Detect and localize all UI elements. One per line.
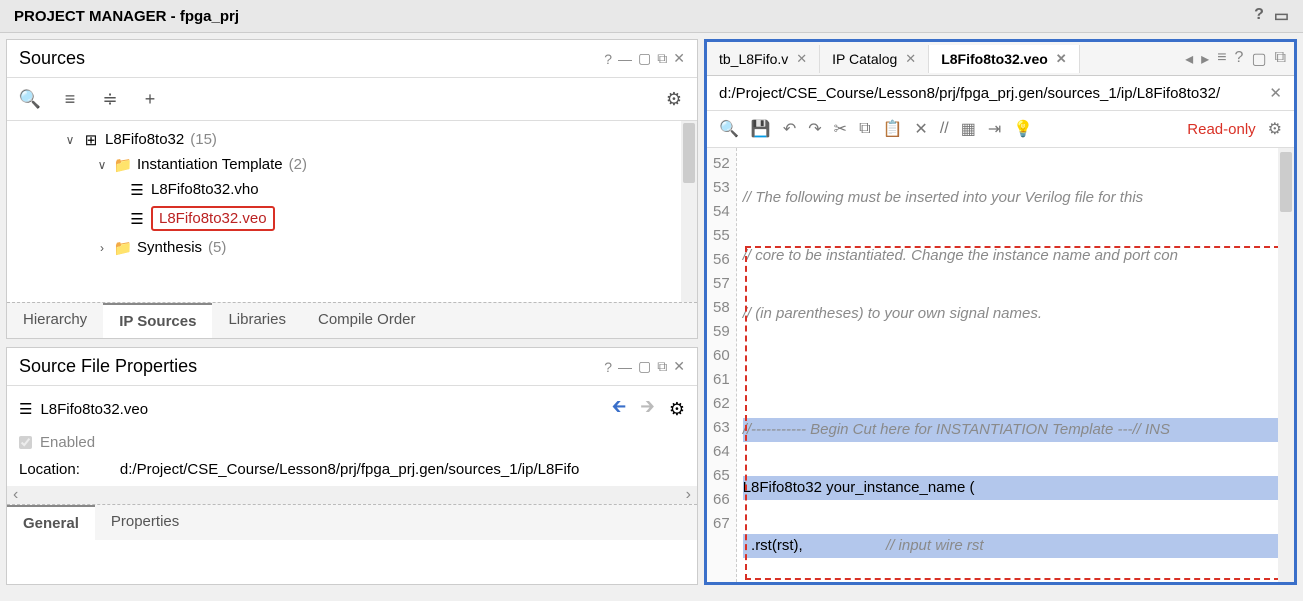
help-icon[interactable]: ? [604,359,612,375]
gear-icon[interactable]: ⚙ [663,88,685,110]
delete-icon[interactable]: ✕ [914,119,927,139]
maximize-icon[interactable]: ⧉ [657,358,667,375]
gear-icon[interactable]: ⚙ [1268,119,1282,139]
add-icon[interactable]: + [139,88,161,110]
redo-icon[interactable]: ↷ [808,119,821,139]
tree-file-vho[interactable]: ☰ L8Fifo8to32.vho [11,177,693,202]
cut-icon[interactable]: ✂ [834,119,847,139]
editor-tabbar: tb_L8Fifo.v ✕ IP Catalog ✕ L8Fifo8to32.v… [707,42,1294,76]
caret-down-icon[interactable]: ∨ [95,158,109,172]
search-icon[interactable]: 🔍 [19,88,41,110]
file-icon: ☰ [129,182,145,198]
close-icon[interactable]: ✕ [673,358,685,375]
save-icon[interactable]: 💾 [751,119,771,139]
paste-icon[interactable]: 📋 [883,119,903,139]
help-icon[interactable]: ? [1254,6,1264,26]
comment-icon[interactable]: // [940,120,949,138]
editor-tab-veo[interactable]: L8Fifo8to32.veo ✕ [929,45,1080,73]
readonly-label: Read-only [1187,121,1255,138]
tree-root[interactable]: ∨ ⊞ L8Fifo8to32 (15) [11,127,693,152]
ip-icon: ⊞ [83,132,99,148]
forward-icon[interactable]: 🡲 [640,394,655,424]
copy-icon[interactable]: ⧉ [859,120,870,138]
window-titlebar: PROJECT MANAGER - fpga_prj ? ▭ [0,0,1303,33]
tab-ip-sources[interactable]: IP Sources [103,303,212,338]
window-title: PROJECT MANAGER - fpga_prj [14,8,239,25]
folder-icon: 📁 [115,157,131,173]
tab-compile-order[interactable]: Compile Order [302,303,432,338]
properties-filename: L8Fifo8to32.veo [40,401,148,418]
properties-title: Source File Properties [19,356,197,377]
prev-tab-icon[interactable]: ◂ [1185,49,1193,69]
location-label: Location: [19,461,80,478]
indent-icon[interactable]: ⇥ [988,119,1001,139]
help-icon[interactable]: ? [1235,49,1244,69]
back-icon[interactable]: 🡰 [612,394,627,424]
tree-inst-template[interactable]: ∨ 📁 Instantiation Template (2) [11,152,693,177]
restore-icon[interactable]: ▭ [1274,6,1289,26]
vertical-scrollbar[interactable] [1278,148,1294,582]
file-icon: ☰ [19,400,32,418]
code-editor[interactable]: 52 53 54 55 56 57 58 59 60 61 62 63 64 6… [707,148,1294,582]
collapse-icon[interactable]: ≡ [59,88,81,110]
close-icon[interactable]: ✕ [673,50,685,67]
editor-path: d:/Project/CSE_Course/Lesson8/prj/fpga_p… [719,85,1220,102]
tab-libraries[interactable]: Libraries [212,303,302,338]
maximize-icon[interactable]: ⧉ [657,50,667,67]
gear-icon[interactable]: ⚙ [669,399,685,420]
undo-icon[interactable]: ↶ [783,119,796,139]
close-icon[interactable]: ✕ [796,51,807,67]
maximize-icon[interactable]: ⧉ [1275,49,1286,69]
restore-icon[interactable]: ▢ [638,358,651,375]
caret-right-icon[interactable]: › [95,241,109,255]
properties-tabbar: General Properties [7,504,697,540]
restore-icon[interactable]: ▢ [638,50,651,67]
search-icon[interactable]: 🔍 [719,119,739,139]
location-value: d:/Project/CSE_Course/Lesson8/prj/fpga_p… [120,461,579,478]
editor-tab-tb[interactable]: tb_L8Fifo.v ✕ [707,45,820,73]
list-tabs-icon[interactable]: ≡ [1217,49,1226,69]
sources-tree: ∨ ⊞ L8Fifo8to32 (15) ∨ 📁 Instantiation T… [7,121,697,302]
tab-properties[interactable]: Properties [95,505,195,540]
editor-tab-ip[interactable]: IP Catalog ✕ [820,45,929,73]
column-icon[interactable]: ▦ [961,119,976,139]
horizontal-scrollbar[interactable]: ‹› [7,486,697,504]
close-icon[interactable]: ✕ [1269,84,1282,102]
close-icon[interactable]: ✕ [1056,51,1067,67]
enabled-checkbox [19,436,32,449]
folder-icon: 📁 [115,240,131,256]
editor-panel: tb_L8Fifo.v ✕ IP Catalog ✕ L8Fifo8to32.v… [704,39,1297,585]
tab-hierarchy[interactable]: Hierarchy [7,303,103,338]
next-tab-icon[interactable]: ▸ [1201,49,1209,69]
tree-synthesis[interactable]: › 📁 Synthesis (5) [11,235,693,260]
restore-icon[interactable]: ▢ [1251,49,1266,69]
caret-down-icon[interactable]: ∨ [63,133,77,147]
bulb-icon[interactable]: 💡 [1013,119,1033,139]
file-icon: ☰ [129,211,145,227]
line-gutter: 52 53 54 55 56 57 58 59 60 61 62 63 64 6… [707,148,737,582]
sources-tabbar: Hierarchy IP Sources Libraries Compile O… [7,302,697,338]
close-icon[interactable]: ✕ [905,51,916,67]
enabled-label: Enabled [40,434,95,451]
help-icon[interactable]: ? [604,51,612,67]
expand-icon[interactable]: ≑ [99,88,121,110]
sources-title: Sources [19,48,85,69]
tree-file-veo[interactable]: ☰ L8Fifo8to32.veo [11,202,693,235]
tab-general[interactable]: General [7,505,95,540]
minimize-icon[interactable]: — [618,51,632,67]
code-content[interactable]: // The following must be inserted into y… [737,148,1294,582]
minimize-icon[interactable]: — [618,359,632,375]
